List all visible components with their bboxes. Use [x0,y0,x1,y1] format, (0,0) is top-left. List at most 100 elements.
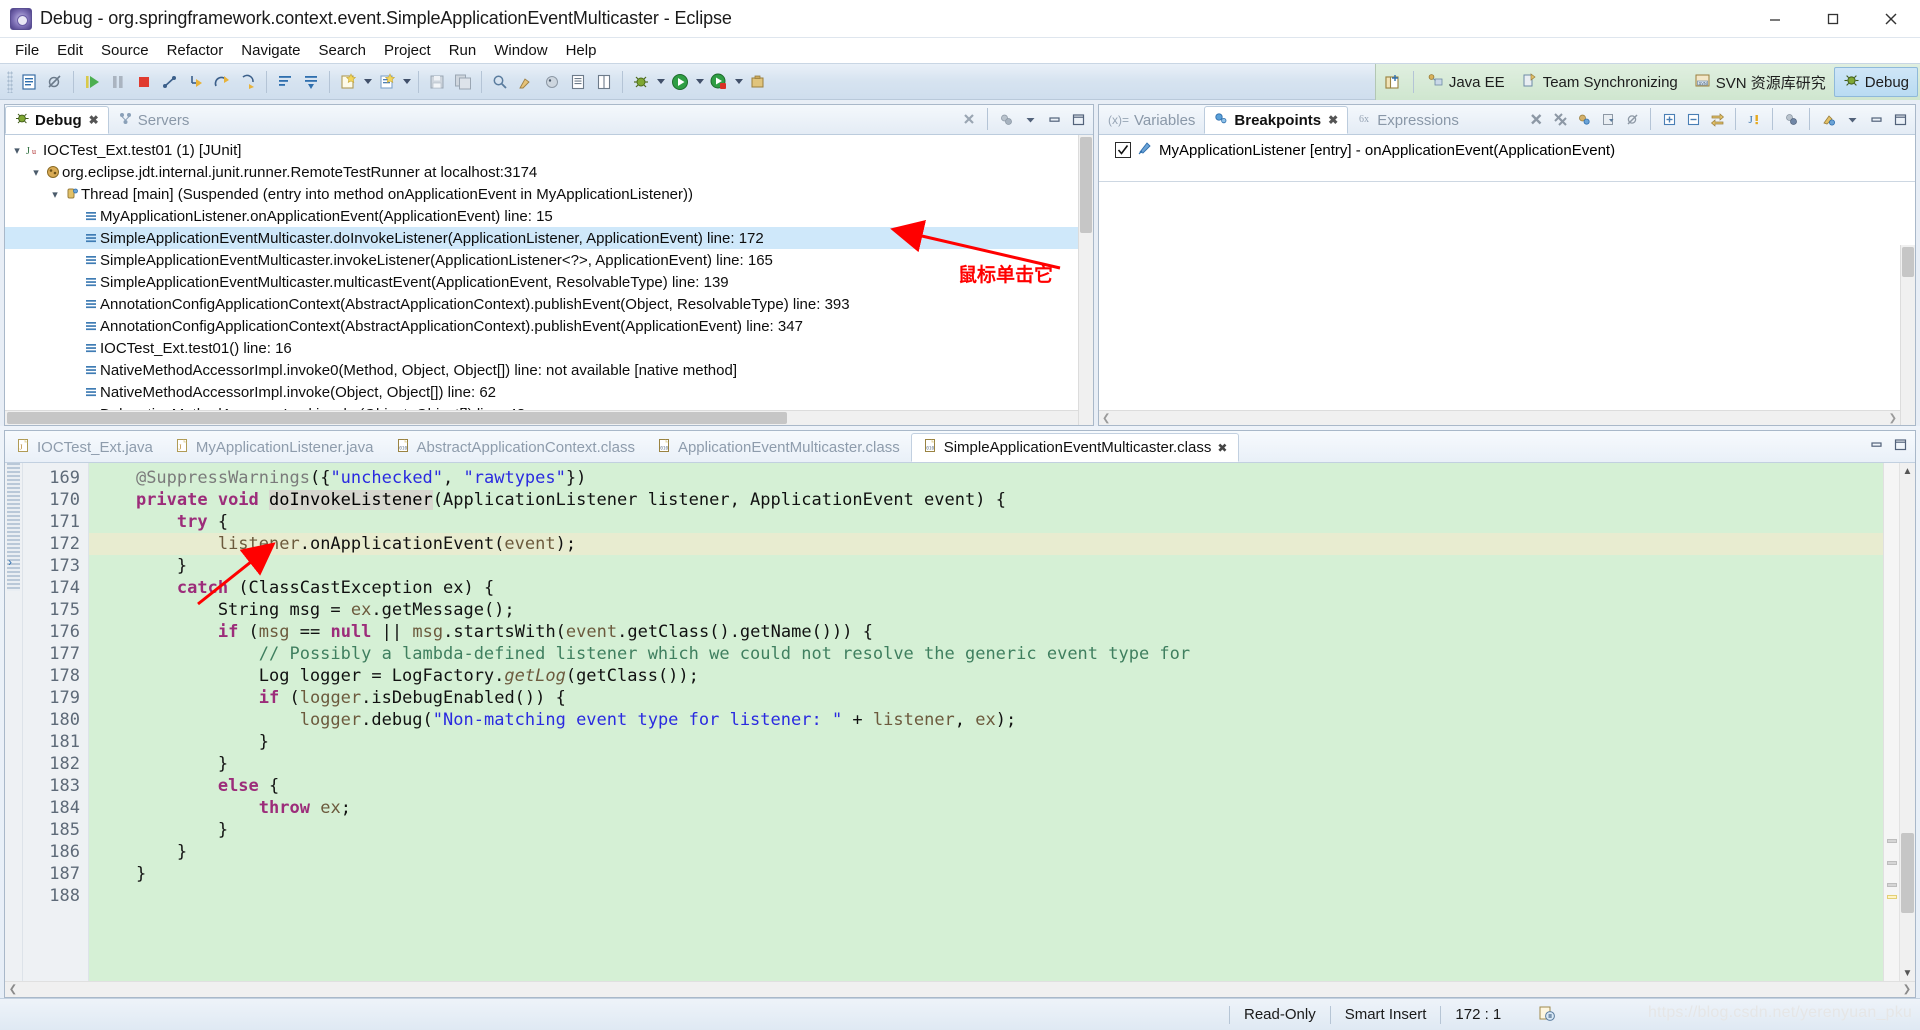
breakpoints-list[interactable]: MyApplicationListener [entry] - onApplic… [1099,135,1915,159]
tab-expressions[interactable]: 6x Expressions [1348,106,1468,134]
close-button[interactable] [1862,0,1920,38]
open-perspective-icon[interactable] [1378,67,1408,97]
debug-tree-row[interactable]: SimpleApplicationEventMulticaster.doInvo… [5,227,1093,249]
code-line[interactable]: @SuppressWarnings({"unchecked", "rawtype… [89,467,1883,489]
editor-marker-bar[interactable]: › [5,463,23,981]
debug-tree-vscrollbar[interactable] [1078,135,1093,425]
close-icon[interactable]: ✖ [1217,441,1227,455]
menu-item-navigate[interactable]: Navigate [232,40,309,61]
new-class-icon[interactable] [374,69,400,95]
remove-all-terminated-icon[interactable] [958,108,980,130]
scroll-down-arrow[interactable]: ▼ [1900,965,1915,981]
scroll-left-arrow[interactable]: ❮ [5,982,21,997]
editor-code[interactable]: @SuppressWarnings({"unchecked", "rawtype… [89,463,1883,981]
debug-tree-row[interactable]: ▾ Thread [main] (Suspended (entry into me… [5,183,1093,205]
code-line[interactable]: } [89,555,1883,577]
chevron-down-icon[interactable]: ▾ [47,188,63,201]
chevron-down-icon[interactable]: ▾ [28,166,44,179]
code-line[interactable]: } [89,731,1883,753]
scroll-up-arrow[interactable]: ▲ [1900,463,1915,479]
code-line[interactable]: } [89,753,1883,775]
show-breakpoints-supported-icon[interactable] [1573,108,1595,130]
minimize-icon[interactable] [1043,108,1065,130]
remove-all-breakpoints-icon[interactable] [1549,108,1571,130]
resume-icon[interactable] [79,69,105,95]
scrollbar-thumb[interactable] [1901,833,1914,913]
scroll-right-arrow[interactable]: ❯ [1899,982,1915,997]
overview-marker-warning[interactable] [1887,895,1897,899]
run-history-dropdown-icon[interactable] [693,69,706,95]
coverage-dropdown-icon[interactable] [732,69,745,95]
save-icon[interactable] [424,69,450,95]
open-type-icon[interactable] [539,69,565,95]
menu-item-project[interactable]: Project [375,40,440,61]
debug-stack-tree[interactable]: ▾ Ju IOCTest_Ext.test01 (1) [JUnit] ▾ org.ec… [5,135,1093,425]
expand-all-icon[interactable] [1658,108,1680,130]
minimize-icon[interactable] [1865,108,1887,130]
maximize-editor-icon[interactable] [1889,433,1911,455]
new-class-dropdown-icon[interactable] [400,69,413,95]
editor-tab-simpleapplicationeventmulticaster-class[interactable]: 010 SimpleApplicationEventMulticaster.cla… [910,433,1240,462]
editor-overview-ruler[interactable] [1883,463,1899,981]
overview-marker[interactable] [1887,861,1897,865]
suspend-icon[interactable] [105,69,131,95]
coverage-icon[interactable] [706,69,732,95]
code-line[interactable]: // Possibly a lambda-defined listener wh… [89,643,1883,665]
run-last-tool-icon[interactable] [513,69,539,95]
overview-marker[interactable] [1887,883,1897,887]
code-line[interactable]: } [89,841,1883,863]
debug-history-dropdown-icon[interactable] [654,69,667,95]
view-menu-icon[interactable] [1019,108,1041,130]
new-wizard-icon[interactable] [335,69,361,95]
debug-tree-row[interactable]: ▾ org.eclipse.jdt.internal.junit.runner.R… [5,161,1093,183]
tab-breakpoints[interactable]: Breakpoints ✖ [1204,106,1349,134]
restore-editor-icon[interactable] [1865,433,1887,455]
close-icon[interactable]: ✖ [89,113,99,127]
disconnect-icon[interactable] [157,69,183,95]
overview-marker[interactable] [1887,839,1897,843]
code-line[interactable]: else { [89,775,1883,797]
close-icon[interactable]: ✖ [1328,113,1338,127]
perspective-team-synchronizing[interactable]: Team Synchronizing [1513,67,1686,97]
breakpoint-detail-vscrollbar[interactable] [1900,245,1915,425]
editor-tab-myapplicationlistener-java[interactable]: J MyApplicationListener.java [164,433,385,462]
code-line[interactable] [89,885,1883,907]
menu-item-file[interactable]: File [6,40,48,61]
run-icon[interactable] [667,69,693,95]
terminate-icon[interactable] [131,69,157,95]
code-line[interactable]: if (msg == null || msg.startsWith(event.… [89,621,1883,643]
breakpoint-list-item[interactable]: MyApplicationListener [entry] - onApplic… [1099,135,1915,159]
menu-item-source[interactable]: Source [92,40,158,61]
perspective-svn-资源库研究[interactable]: SVN SVN 资源库研究 [1686,67,1834,97]
search-icon[interactable] [487,69,513,95]
link-with-debug-view-icon[interactable] [1706,108,1728,130]
breakpoint-enabled-checkbox[interactable] [1115,142,1131,158]
debug-tree-row[interactable]: SimpleApplicationEventMulticaster.multic… [5,271,1093,293]
code-line[interactable]: try { [89,511,1883,533]
tab-variables[interactable]: (x)= Variables [1099,106,1204,134]
perspective-debug[interactable]: Debug [1833,67,1918,97]
scrollbar-thumb[interactable] [1902,247,1914,277]
code-line[interactable]: listener.onApplicationEvent(event); [89,533,1883,555]
editor-hscrollbar[interactable]: ❮ ❯ [5,981,1915,997]
code-line[interactable]: } [89,819,1883,841]
skip-breakpoints-icon[interactable] [42,69,68,95]
editor-tab-ioctest-ext-java[interactable]: J IOCTest_Ext.java [5,433,164,462]
maximize-button[interactable] [1804,0,1862,38]
menu-item-edit[interactable]: Edit [48,40,92,61]
toolbar-grip[interactable] [7,70,13,93]
minimize-button[interactable] [1746,0,1804,38]
menu-item-refactor[interactable]: Refactor [158,40,233,61]
debug-tree-row[interactable]: NativeMethodAccessorImpl.invoke(Object, … [5,381,1093,403]
code-line[interactable]: String msg = ex.getMessage(); [89,599,1883,621]
scrollbar-thumb[interactable] [1080,137,1092,233]
debug-tree-row[interactable]: AnnotationConfigApplicationContext(Abstr… [5,315,1093,337]
debug-tree-row[interactable]: IOCTest_Ext.test01() line: 16 [5,337,1093,359]
debug-tree-row[interactable]: MyApplicationListener.onApplicationEvent… [5,205,1093,227]
debug-dropdown-icon[interactable] [628,69,654,95]
debug-tree-row[interactable]: AnnotationConfigApplicationContext(Abstr… [5,293,1093,315]
toggle-outline-icon[interactable] [591,69,617,95]
save-all-icon[interactable] [450,69,476,95]
external-tools-icon[interactable] [745,69,771,95]
editor-tab-applicationeventmulticaster-class[interactable]: 010 ApplicationEventMulticaster.class [646,433,911,462]
